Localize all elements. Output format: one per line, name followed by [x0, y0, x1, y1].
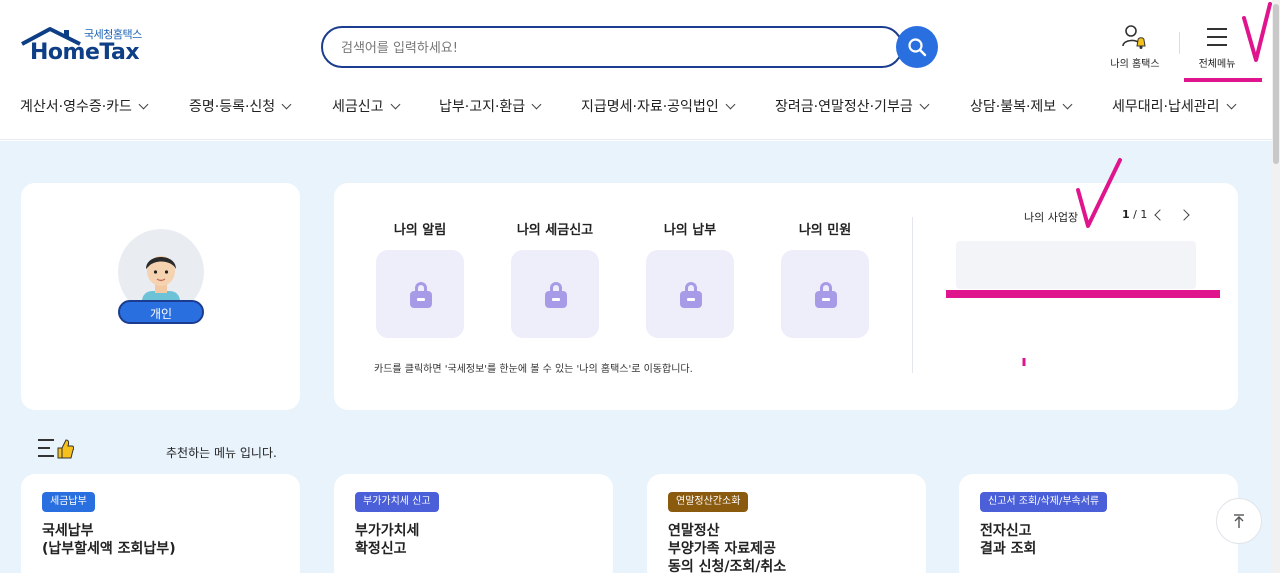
checkmark-annotation: [1076, 158, 1122, 228]
annotation-overlay: [946, 2, 1272, 366]
checkmark-annotation: [1242, 2, 1272, 62]
page-scrollbar[interactable]: [1272, 0, 1280, 573]
scrollbar-thumb[interactable]: [1273, 4, 1279, 164]
